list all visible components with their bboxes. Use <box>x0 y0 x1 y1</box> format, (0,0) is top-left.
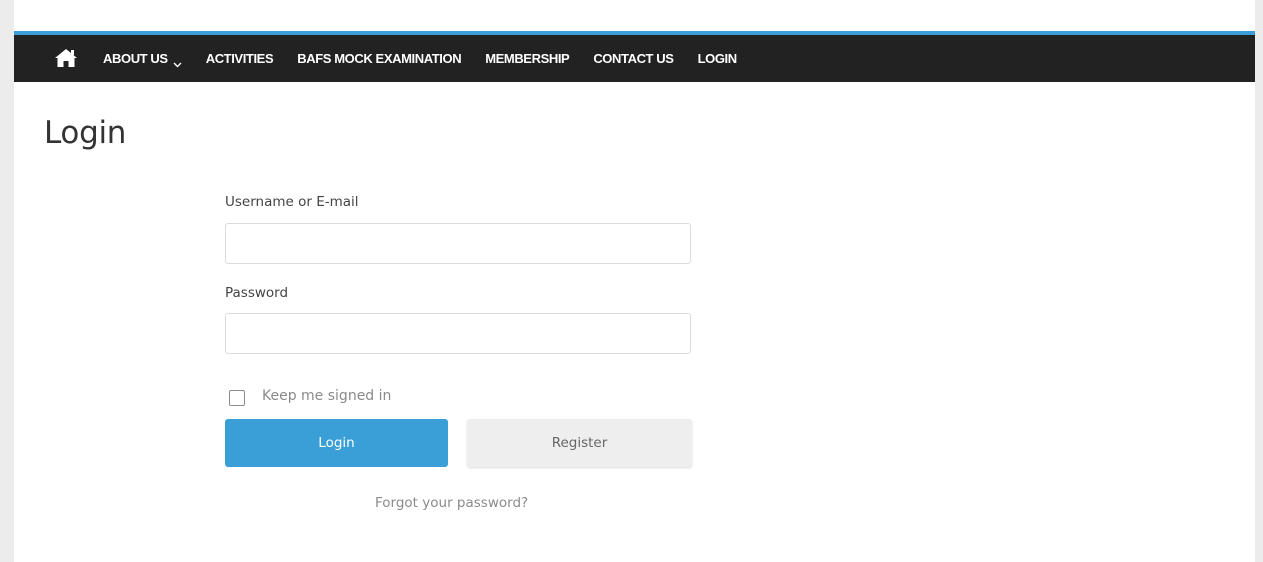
register-button[interactable]: Register <box>467 419 692 467</box>
nav-item-contact-us[interactable]: CONTACT US <box>593 51 674 66</box>
keep-signed-in-label[interactable]: Keep me signed in <box>262 388 391 404</box>
home-icon[interactable] <box>54 48 78 68</box>
nav-item-label: ABOUT US <box>103 51 168 66</box>
nav-item-login[interactable]: LOGIN <box>698 51 738 66</box>
nav-item-membership[interactable]: MEMBERSHIP <box>485 51 570 66</box>
page-title: Login <box>44 115 127 151</box>
page-container: ABOUT US ACTIVITIES BAFS MOCK EXAMINATIO… <box>14 0 1255 562</box>
nav-item-activities[interactable]: ACTIVITIES <box>206 51 274 66</box>
login-button[interactable]: Login <box>225 419 448 467</box>
username-input[interactable] <box>225 223 691 264</box>
nav-item-bafs-mock-examination[interactable]: BAFS MOCK EXAMINATION <box>297 51 461 66</box>
keep-signed-in-checkbox[interactable] <box>229 390 245 406</box>
username-label: Username or E-mail <box>225 194 359 210</box>
forgot-password-link[interactable]: Forgot your password? <box>375 495 528 511</box>
password-input[interactable] <box>225 313 691 354</box>
nav-item-about-us[interactable]: ABOUT US <box>103 51 182 67</box>
nav-menu: ABOUT US ACTIVITIES BAFS MOCK EXAMINATIO… <box>103 35 761 82</box>
password-label: Password <box>225 285 289 301</box>
chevron-down-icon <box>173 56 182 67</box>
main-navbar: ABOUT US ACTIVITIES BAFS MOCK EXAMINATIO… <box>14 31 1255 82</box>
